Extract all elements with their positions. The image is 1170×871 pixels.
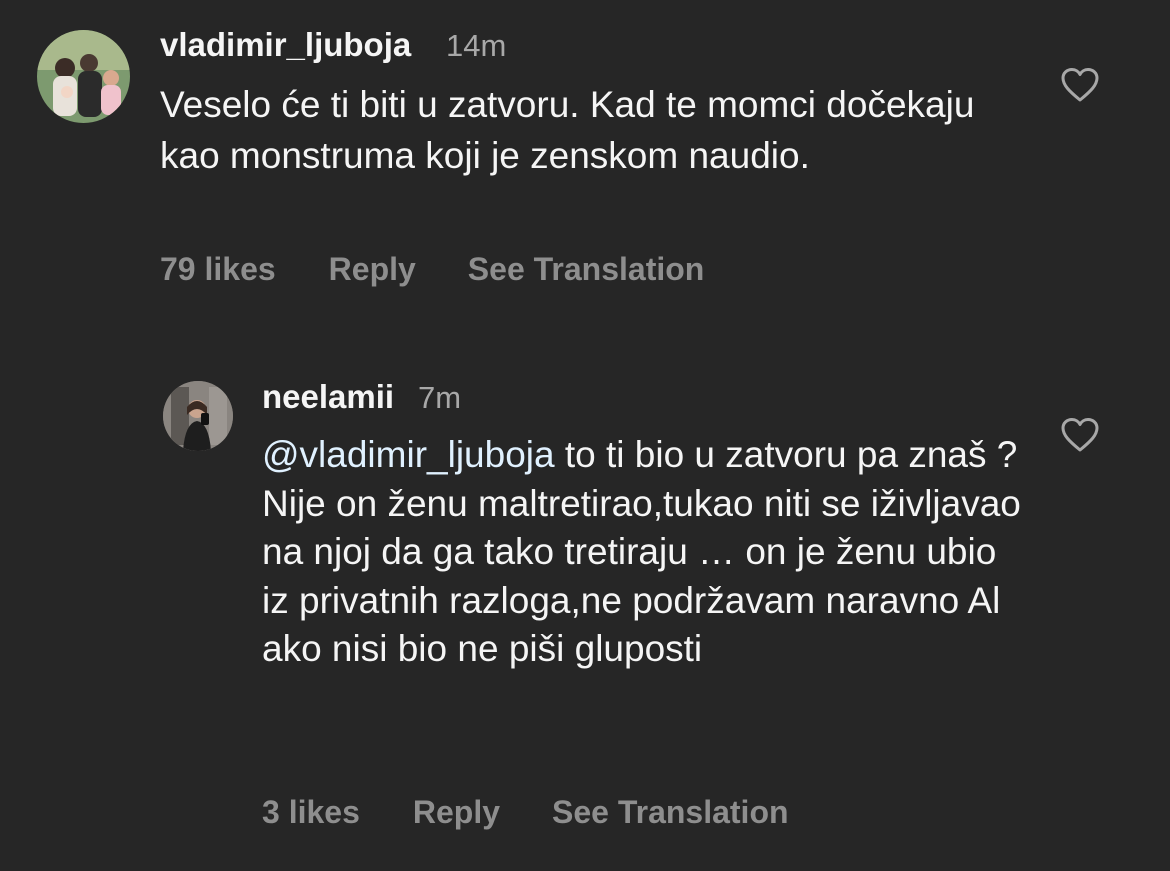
avatar[interactable] — [37, 30, 130, 123]
comments-screen: { "comments": [ { "username": "vladimir_… — [0, 0, 1170, 871]
selfie-avatar — [163, 381, 233, 451]
see-translation-button[interactable]: See Translation — [552, 794, 789, 831]
comment-timestamp: 14m — [446, 28, 507, 63]
reply-button[interactable]: Reply — [329, 251, 416, 288]
heart-icon — [1061, 418, 1099, 452]
comment-username[interactable]: vladimir_ljuboja — [160, 26, 411, 64]
likes-count[interactable]: 3 likes — [262, 794, 360, 831]
heart-outline-icon[interactable] — [1060, 417, 1100, 458]
comment-timestamp: 7m — [418, 380, 462, 415]
avatar[interactable] — [163, 381, 233, 451]
heart-icon — [1061, 68, 1099, 102]
comment-text: @vladimir_ljuboja to ti bio u zatvoru pa… — [262, 431, 1022, 674]
heart-outline-icon[interactable] — [1060, 67, 1100, 108]
likes-count[interactable]: 79 likes — [160, 251, 276, 288]
comment-actions: 3 likes Reply See Translation — [262, 794, 789, 831]
comment-actions: 79 likes Reply See Translation — [160, 251, 704, 288]
see-translation-button[interactable]: See Translation — [468, 251, 705, 288]
family-photo-avatar — [37, 30, 130, 123]
comment-text: Veselo će ti biti u zatvoru. Kad te momc… — [160, 84, 975, 176]
mention-link[interactable]: @vladimir_ljuboja — [262, 434, 555, 475]
reply-button[interactable]: Reply — [413, 794, 500, 831]
comment-username[interactable]: neelamii — [262, 378, 394, 416]
